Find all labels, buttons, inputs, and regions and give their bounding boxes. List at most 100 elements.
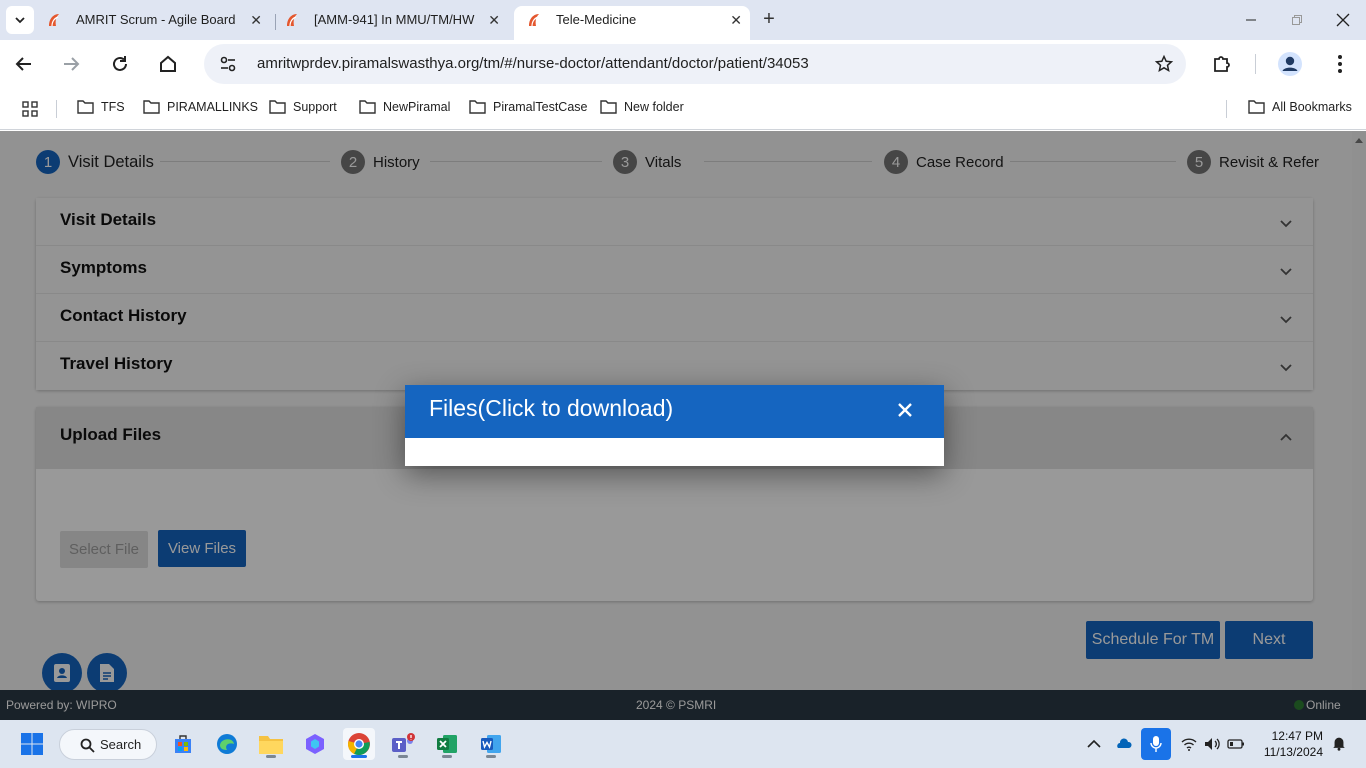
bookmark-folder[interactable]: PiramalTestCase [469,100,587,114]
edge-app[interactable] [211,728,243,760]
bookmark-folder[interactable]: PIRAMALLINKS [143,100,258,114]
search-label: Search [100,737,142,752]
teams-icon [392,733,415,752]
browser-toolbar: amritwprdev.piramalswasthya.org/tm/#/nur… [0,40,1366,88]
apps-grid-icon[interactable] [22,101,38,117]
bookmark-folder[interactable]: New folder [600,100,684,114]
amrit-favicon-icon [287,14,297,27]
dialog-header: Files(Click to download) [405,385,944,438]
bookmark-folder[interactable]: TFS [77,100,125,114]
bookmark-label: PIRAMALLINKS [167,100,259,114]
battery-icon[interactable] [1227,736,1245,752]
files-dialog: Files(Click to download) [405,385,944,466]
browser-menu-button[interactable] [1326,50,1354,78]
dialog-close-button[interactable] [890,395,920,425]
folder-icon [469,100,486,114]
onedrive-icon[interactable] [1115,736,1133,752]
tab-title: AMRIT Scrum - Agile Board [76,12,236,27]
url-text: amritwprdev.piramalswasthya.org/tm/#/nur… [257,55,809,72]
store-icon [175,735,191,753]
new-tab-button[interactable]: + [758,8,780,30]
folder-icon [259,736,283,754]
all-bookmarks-folder[interactable]: All Bookmarks [1248,100,1352,114]
teams-app[interactable] [387,728,419,760]
clock-date: 11/13/2024 [1263,745,1323,759]
microphone-button[interactable] [1141,728,1171,760]
arrow-left-icon [15,57,31,71]
folder-icon [143,100,160,114]
store-app[interactable] [167,728,199,760]
address-bar[interactable]: amritwprdev.piramalswasthya.org/tm/#/nur… [204,44,1186,84]
browser-tab[interactable]: AMRIT Scrum - Agile Board ✕ [34,6,270,40]
volume-icon[interactable] [1203,736,1221,752]
copilot-icon [306,734,324,754]
amrit-favicon-icon [49,14,59,27]
chevron-up-icon[interactable] [1085,736,1103,752]
close-window-icon[interactable] [1331,8,1355,32]
tab-title: [AMM-941] In MMU/TM/HW [314,12,475,27]
minimize-icon[interactable] [1239,8,1263,32]
bookmark-label: PiramalTestCase [493,100,588,114]
browser-tab-bar: AMRIT Scrum - Agile Board ✕ [AMM-941] In… [0,0,1366,40]
folder-icon [77,100,94,114]
chrome-app[interactable] [343,728,375,760]
chevron-down-icon [15,17,25,24]
windows-taskbar: Search 12:47 PM 11/13/2024 [0,720,1366,768]
file-explorer-app[interactable] [255,728,287,760]
bookmarks-divider [56,100,57,118]
folder-icon [269,100,286,114]
system-clock[interactable]: 12:47 PM 11/13/2024 [1264,728,1323,760]
browser-tab[interactable]: [AMM-941] In MMU/TM/HW ✕ [272,6,508,40]
running-indicator [442,755,452,758]
excel-app[interactable] [431,728,463,760]
restore-icon[interactable] [1285,8,1309,32]
bookmarks-divider [1226,100,1227,118]
avatar-icon [1278,52,1302,76]
arrow-right-icon [64,57,80,71]
edge-icon [217,734,237,754]
close-tab-icon[interactable]: ✕ [488,6,500,34]
profile-button[interactable] [1276,50,1304,78]
bookmark-label: TFS [101,100,125,114]
browser-tab-active[interactable]: Tele-Medicine ✕ [514,6,750,40]
amrit-favicon-icon [529,14,539,27]
bookmarks-bar: TFS PIRAMALLINKS Support NewPiramal Pira… [0,88,1366,130]
close-tab-icon[interactable]: ✕ [730,6,742,34]
bookmark-folder[interactable]: NewPiramal [359,100,450,114]
windows-logo-icon [21,733,43,755]
search-icon [80,738,95,753]
microphone-icon [1150,736,1162,752]
forward-button[interactable] [57,50,85,78]
bookmark-label: All Bookmarks [1272,100,1352,114]
toolbar-divider [1255,54,1256,74]
bookmark-label: New folder [624,100,684,114]
start-button[interactable] [16,728,48,760]
clock-time: 12:47 PM [1271,729,1323,743]
reload-button[interactable] [106,50,134,78]
running-indicator [351,755,367,758]
excel-icon [437,735,457,753]
wifi-icon[interactable] [1180,736,1198,752]
folder-icon [600,100,617,114]
running-indicator [398,755,408,758]
more-vert-icon [1338,55,1342,73]
tab-search-button[interactable] [6,6,34,34]
copilot-app[interactable] [299,728,331,760]
home-button[interactable] [154,50,182,78]
folder-icon [359,100,376,114]
running-indicator [486,755,496,758]
folder-icon [1248,100,1265,114]
reload-icon [113,56,127,71]
tab-title: Tele-Medicine [556,12,637,27]
extensions-button[interactable] [1208,50,1236,78]
word-app[interactable] [475,728,507,760]
close-tab-icon[interactable]: ✕ [250,6,262,34]
running-indicator [266,755,276,758]
taskbar-search[interactable]: Search [59,729,157,760]
notification-bell-icon[interactable] [1330,735,1348,751]
bookmark-folder[interactable]: Support [269,100,337,114]
back-button[interactable] [10,50,38,78]
bookmark-star-icon[interactable] [1154,54,1174,74]
bookmark-label: Support [293,100,337,114]
dialog-title: Files(Click to download) [429,395,674,421]
